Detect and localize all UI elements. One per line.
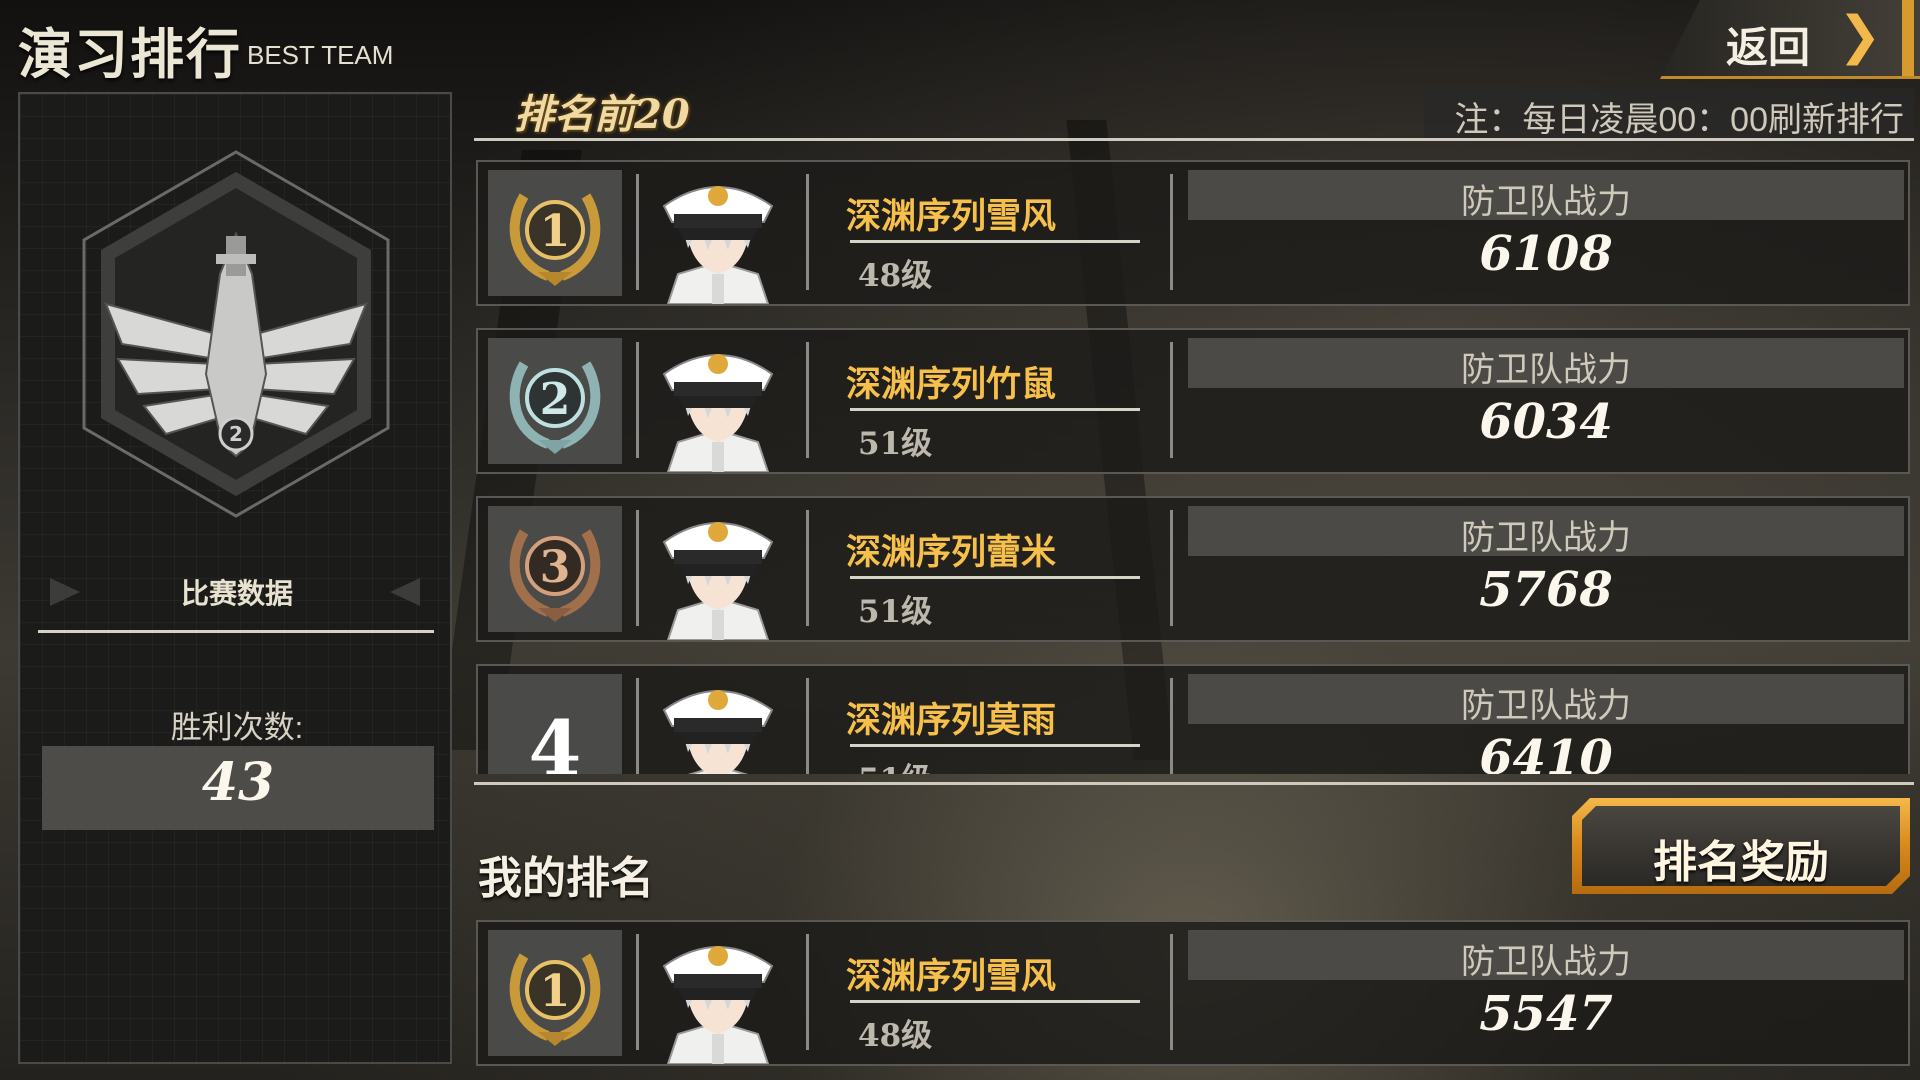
power-label-box: 防卫队战力: [1188, 506, 1904, 557]
rank-number: 2: [540, 374, 571, 425]
captain-avatar-icon: [662, 522, 774, 640]
power-label: 防卫队战力: [1461, 183, 1631, 221]
page-title: 演习排行: [18, 22, 242, 86]
power-label-box: 防卫队战力: [1188, 170, 1904, 221]
rank-box: 1: [488, 930, 622, 1056]
battleship-emblem-icon: 2: [82, 150, 390, 518]
player-level: 51级: [858, 754, 932, 774]
captain-avatar-icon: [662, 690, 774, 774]
rank-box: 3: [488, 506, 622, 632]
name-underline: [850, 1000, 1140, 1003]
back-button-edge: [1902, 0, 1914, 76]
rank-number: 4: [528, 704, 582, 774]
row-separator: [806, 934, 809, 1050]
ranking-row[interactable]: 2 深渊序列竹鼠 51级 防卫队战力 6034: [476, 328, 1910, 474]
ranking-list[interactable]: 1 深渊序列雪风 48级 防卫队战力 6108 2 深渊序列竹鼠 51级 防卫队…: [474, 160, 1914, 774]
power-value: 5547: [1479, 986, 1613, 1042]
row-separator: [1170, 174, 1173, 290]
refresh-note-box: 注：每日凌晨00：00刷新排行: [1424, 88, 1914, 140]
player-level: 48级: [858, 1018, 933, 1054]
power-label: 防卫队战力: [1461, 519, 1631, 557]
row-separator: [1170, 510, 1173, 626]
svg-text:2: 2: [229, 422, 243, 446]
player-level: 51级: [858, 426, 933, 462]
top20-title: 排名前20: [514, 91, 690, 138]
list-bottom-divider: [474, 782, 1914, 785]
row-separator: [806, 174, 809, 290]
player-level: 51级: [858, 594, 933, 630]
player-name: 深渊序列蕾米: [846, 532, 1057, 573]
refresh-note: 注：每日凌晨00：00刷新排行: [1454, 101, 1904, 139]
row-separator: [806, 678, 809, 774]
name-underline: [850, 240, 1140, 243]
rank-number: 1: [540, 206, 571, 257]
captain-avatar-icon: [662, 946, 774, 1064]
player-name: 深渊序列竹鼠: [846, 364, 1057, 405]
player-name: 深渊序列莫雨: [846, 700, 1057, 741]
ranking-row[interactable]: 3 深渊序列蕾米 51级 防卫队战力 5768: [476, 496, 1910, 642]
ranking-row[interactable]: 1 深渊序列雪风 48级 防卫队战力 6108: [476, 160, 1910, 306]
rank-reward-button[interactable]: 排名奖励: [1572, 798, 1910, 894]
player-level: 48级: [858, 258, 933, 294]
rank-box: 1: [488, 170, 622, 296]
power-value: 6034: [1479, 394, 1613, 450]
rank-box: 4: [488, 674, 622, 774]
captain-avatar-icon: [662, 186, 774, 304]
power-label-box: 防卫队战力: [1188, 930, 1904, 981]
rank-number: 1: [540, 966, 571, 1017]
my-rank-row[interactable]: 1 深渊序列雪风 48级 防卫队战力 5547: [476, 920, 1910, 1066]
ranking-row[interactable]: 4 深渊序列莫雨 51级 防卫队战力 6410: [476, 664, 1910, 774]
back-button-label: 返回: [1726, 23, 1811, 72]
player-name: 深渊序列雪风: [846, 956, 1057, 997]
row-separator: [806, 342, 809, 458]
wins-value: 43: [201, 752, 275, 813]
gold-laurel-badge-icon: 1: [509, 953, 601, 1046]
row-separator: [636, 174, 639, 290]
player-name: 深渊序列雪风: [846, 196, 1057, 237]
row-separator: [1170, 342, 1173, 458]
row-separator: [636, 510, 639, 626]
back-button[interactable]: 返回 ❯: [1660, 0, 1920, 79]
my-rank-title: 我的排名: [478, 853, 654, 904]
wins-box: 43: [42, 746, 434, 830]
bronze-laurel-badge-icon: 3: [509, 529, 601, 622]
name-underline: [850, 744, 1140, 747]
gold-laurel-badge-icon: 1: [509, 193, 601, 286]
power-value: 6108: [1479, 226, 1613, 282]
chevron-right-icon: ❯: [1838, 6, 1882, 66]
rank-number: 3: [540, 542, 571, 593]
wins-label: 胜利次数:: [170, 710, 304, 745]
row-separator: [1170, 678, 1173, 774]
power-label: 防卫队战力: [1461, 351, 1631, 389]
match-data-heading: 比赛数据: [180, 577, 293, 610]
captain-avatar-icon: [662, 354, 774, 472]
row-separator: [636, 678, 639, 774]
page-subtitle: BEST TEAM: [247, 40, 394, 70]
power-value: 5768: [1479, 562, 1613, 618]
power-label: 防卫队战力: [1461, 687, 1631, 725]
name-underline: [850, 408, 1140, 411]
section-divider: [38, 630, 434, 633]
power-label-box: 防卫队战力: [1188, 674, 1904, 725]
power-value: 6410: [1479, 730, 1613, 774]
rank-reward-label: 排名奖励: [1653, 837, 1829, 888]
list-top-divider: [474, 138, 1914, 141]
silver-laurel-badge-icon: 2: [509, 361, 601, 454]
power-label: 防卫队战力: [1461, 943, 1631, 981]
power-label-box: 防卫队战力: [1188, 338, 1904, 389]
row-separator: [636, 934, 639, 1050]
row-separator: [636, 342, 639, 458]
match-stats-panel: 2 比赛数据 胜利次数: 43: [18, 92, 452, 1064]
row-separator: [806, 510, 809, 626]
row-separator: [1170, 934, 1173, 1050]
rank-box: 2: [488, 338, 622, 464]
name-underline: [850, 576, 1140, 579]
rank-reward-button-inner: 排名奖励: [1582, 806, 1900, 886]
